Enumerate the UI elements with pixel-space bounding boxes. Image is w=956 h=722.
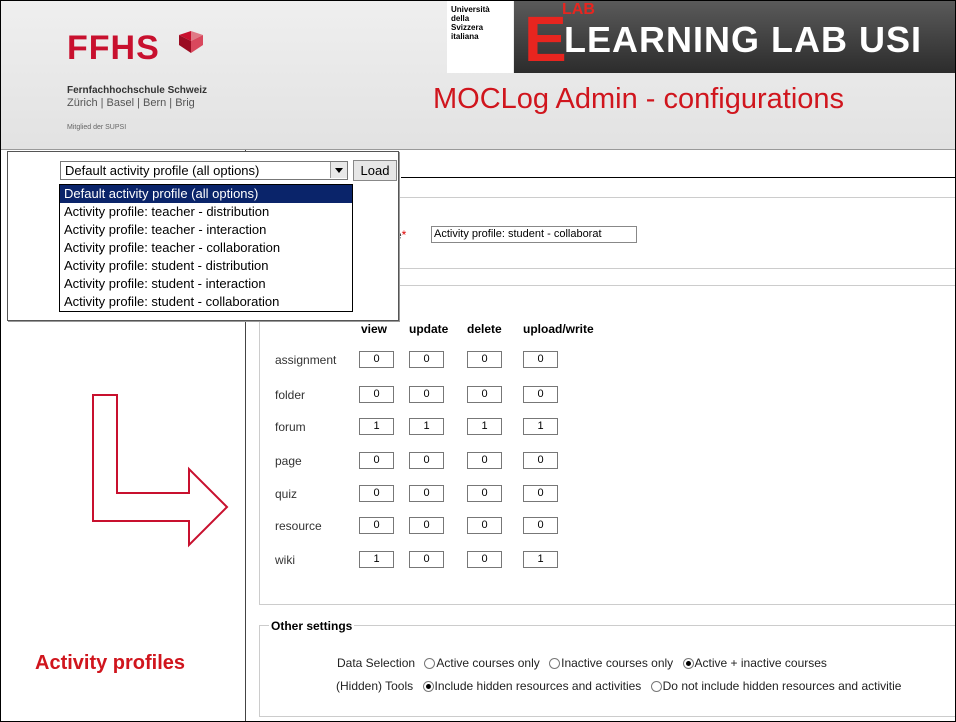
ffhs-logo: FFHS [67,29,160,67]
load-button[interactable]: Load [353,160,397,181]
activity-profiles-caption: Activity profiles [35,652,186,674]
row-label-quiz: quiz [275,487,298,501]
cell-forum-update[interactable]: 1 [409,418,444,435]
cell-quiz-update[interactable]: 0 [409,485,444,502]
header-banner: FFHS Fernfachhochschule Schweiz Zürich |… [1,1,955,150]
row-label-forum: forum [275,420,306,434]
profile-option[interactable]: Activity profile: student - distribution [60,257,352,275]
other-settings-fieldset [259,625,955,717]
col-head-update: update [409,322,449,336]
section-divider [401,177,955,178]
cell-assignment-delete[interactable]: 0 [467,351,502,368]
cell-resource-update[interactable]: 0 [409,517,444,534]
profile-select[interactable]: Default activity profile (all options) [60,161,348,180]
hidden-tools-label: (Hidden) Tools [336,679,414,693]
cell-resource-delete[interactable]: 0 [467,517,502,534]
profile-option[interactable]: Activity profile: teacher - collaboratio… [60,239,352,257]
cell-resource-upload[interactable]: 0 [523,517,558,534]
cell-folder-update[interactable]: 0 [409,386,444,403]
slide-frame: FFHS Fernfachhochschule Schweiz Zürich |… [0,0,956,722]
cell-forum-upload[interactable]: 1 [523,418,558,435]
radio-active-only-label: Active courses only [436,656,540,670]
radio-inactive-only-label: Inactive courses only [561,656,674,670]
cell-assignment-upload[interactable]: 0 [523,351,558,368]
radio-include-hidden-label: Include hidden resources and activities [434,679,642,693]
col-head-view: view [361,322,388,336]
required-marker: * [401,228,407,242]
profile-option[interactable]: Activity profile: student - interaction [60,275,352,293]
elab-title: LEARNING LAB USI [564,19,922,60]
col-head-upload-write: upload/write [523,322,594,336]
radio-exclude-hidden[interactable] [650,681,662,693]
hidden-tools-row: (Hidden) Tools Include hidden resources … [336,679,901,693]
cell-wiki-upload[interactable]: 1 [523,551,558,568]
cell-forum-delete[interactable]: 1 [467,418,502,435]
radio-include-hidden[interactable] [422,681,434,693]
profile-option[interactable]: Activity profile: teacher - distribution [60,203,352,221]
cell-assignment-update[interactable]: 0 [409,351,444,368]
profile-option[interactable]: Activity profile: student - collaboratio… [60,293,352,311]
cell-page-update[interactable]: 0 [409,452,444,469]
other-settings-legend: Other settings [269,619,355,633]
radio-active-inactive[interactable] [682,658,694,670]
ffhs-membership: Mitglied der SUPSI [67,124,127,131]
profile-option[interactable]: Activity profile: teacher - interaction [60,221,352,239]
profile-name-input[interactable]: Activity profile: student - collaborat [431,226,637,243]
page-title: MOCLog Admin - configurations [433,83,845,115]
radio-active-only[interactable] [424,658,436,670]
profile-options-list: Default activity profile (all options) A… [59,184,353,312]
cell-folder-upload[interactable]: 0 [523,386,558,403]
cell-page-upload[interactable]: 0 [523,452,558,469]
row-label-folder: folder [275,388,306,402]
ffhs-logo-icon [179,31,203,53]
cell-quiz-delete[interactable]: 0 [467,485,502,502]
cell-forum-view[interactable]: 1 [359,418,394,435]
cell-wiki-view[interactable]: 1 [359,551,394,568]
radio-inactive-only[interactable] [549,658,561,670]
cell-page-view[interactable]: 0 [359,452,394,469]
cell-quiz-upload[interactable]: 0 [523,485,558,502]
usi-logo-text: Università della Svizzera italiana [451,5,490,41]
cell-folder-view[interactable]: 0 [359,386,394,403]
cell-page-delete[interactable]: 0 [467,452,502,469]
radio-exclude-hidden-label: Do not include hidden resources and acti… [662,679,902,693]
row-label-wiki: wiki [275,553,295,567]
elab-lab-label: LAB [562,1,595,18]
usi-logo: Università della Svizzera italiana [447,1,513,73]
cell-resource-view[interactable]: 0 [359,517,394,534]
radio-active-inactive-label: Active + inactive courses [694,656,827,670]
row-label-assignment: assignment [275,353,337,367]
cell-folder-delete[interactable]: 0 [467,386,502,403]
elab-e-letter: E [524,3,567,75]
profile-option[interactable]: Default activity profile (all options) [60,185,352,203]
ffhs-subtitle: Fernfachhochschule Schweiz [67,85,208,96]
cell-wiki-update[interactable]: 0 [409,551,444,568]
data-selection-label: Data Selection [337,656,416,670]
ffhs-locations: Zürich | Basel | Bern | Brig [67,97,195,109]
arrow-right-icon [92,394,229,548]
col-head-delete: delete [467,322,502,336]
data-selection-row: Data Selection Active courses only Inact… [337,656,827,670]
chevron-down-icon[interactable] [330,162,347,178]
cell-wiki-delete[interactable]: 0 [467,551,502,568]
elearning-lab-banner: E LAB LEARNING LAB USI [514,1,955,75]
cell-quiz-view[interactable]: 0 [359,485,394,502]
cell-assignment-view[interactable]: 0 [359,351,394,368]
row-label-resource: resource [275,519,322,533]
row-label-page: page [275,454,302,468]
